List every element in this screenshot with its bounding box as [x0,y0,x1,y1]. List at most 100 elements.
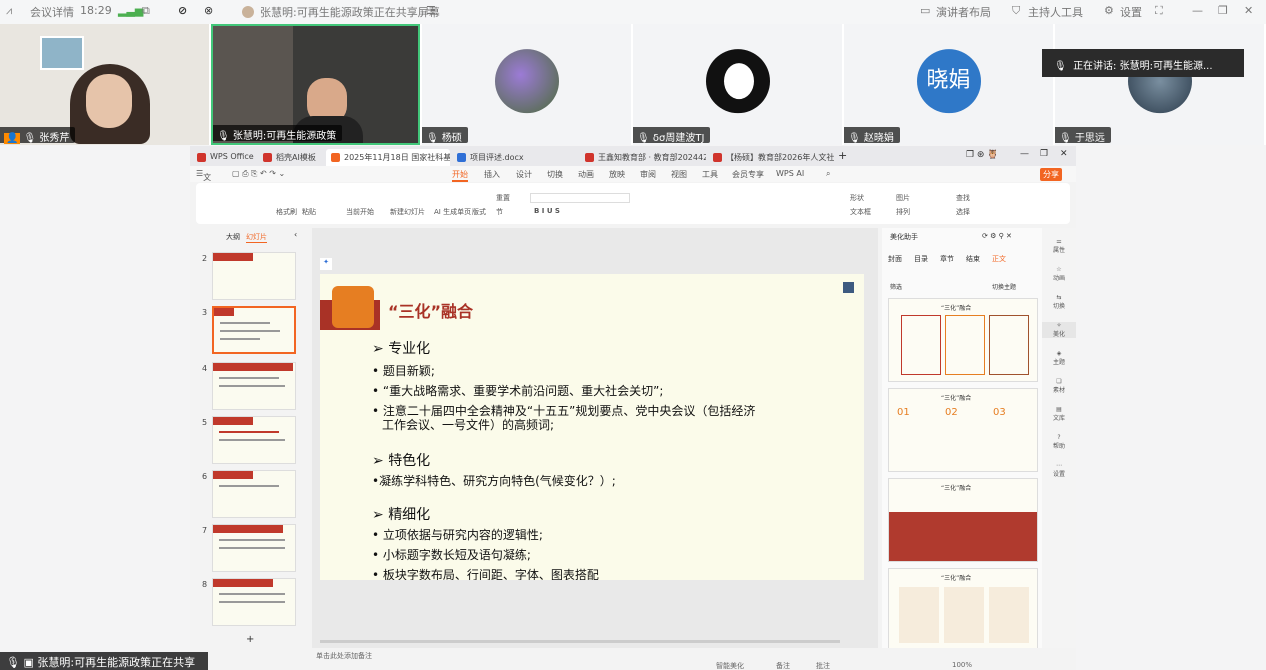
tab-wps-ai[interactable]: WPS AI [776,169,804,178]
tool-help[interactable]: ? 帮助 [1042,434,1076,450]
tab-wps-office[interactable]: WPS Office [192,149,254,166]
ai-icon[interactable]: ✦ [320,258,332,270]
panel-icons[interactable]: ⟳ ⚙ ⚲ ✕ [982,232,1012,240]
ai-generate-button[interactable]: AI 生成单页 [434,207,471,217]
participant-tile[interactable]: 🎙 δσ周建波TJ [633,24,842,145]
tab-home[interactable]: 开始 [452,169,468,182]
tool-beautify[interactable]: ✧ 美化 [1042,322,1076,338]
switch-theme-button[interactable]: 切换主题 [992,282,1016,291]
template-card[interactable]: “三化”融合 [888,298,1038,382]
maximize-icon[interactable]: ❐ [1218,4,1228,17]
slide-thumbnail-selected[interactable] [212,306,296,354]
tab-member[interactable]: 会员专享 [732,169,764,180]
find-button[interactable]: 查找 [956,193,970,203]
tab-view[interactable]: 视图 [671,169,687,180]
no-share-icon[interactable]: ⊘ [178,4,187,17]
quick-toolbar[interactable]: ▢ ⎙ ⎘ ↶ ↷ ⌄ [232,169,285,179]
tool-settings[interactable]: ⋯ 设置 [1042,462,1076,478]
fullscreen-icon[interactable]: ⛶ [1155,4,1163,18]
minimize-icon[interactable]: — [1020,149,1029,159]
maximize-icon[interactable]: ❐ [1040,149,1048,159]
tool-library[interactable]: ▤ 文库 [1042,406,1076,422]
slide-thumbnail[interactable] [212,362,296,410]
close-icon[interactable]: ✕ [1060,149,1068,159]
font-style-icons[interactable]: B I U S [534,207,560,215]
tab-chapter[interactable]: 章节 [940,254,954,264]
window-icons[interactable]: ❐ ⊛ 🦉 [966,150,999,160]
zoom-level[interactable]: 100% [952,661,972,669]
settings-button[interactable]: 设置 [1120,4,1142,20]
participant-tile[interactable]: 晓娟 🎙 赵晓娟 [844,24,1053,145]
no-video-icon[interactable]: ⊗ [204,4,213,17]
add-slide-button[interactable]: + [246,634,254,645]
tool-theme[interactable]: ◈ 主题 [1042,350,1076,366]
slide-thumbnail[interactable] [212,578,296,626]
image-button[interactable]: 图片 [896,193,910,203]
participant-tile-active[interactable]: 🎙 张慧明:可再生能源政策 [211,24,420,145]
file-menu[interactable]: ☰ 文件 [196,169,211,193]
font-select[interactable] [530,193,630,203]
tab-pdf[interactable]: 【杨硕】教育部2026年人文社科 · 报 [708,149,834,166]
paste-button[interactable]: 粘贴 [302,207,316,217]
tab-cover[interactable]: 封面 [888,254,902,264]
tab-docx[interactable]: 项目评述.docx [452,149,578,166]
share-button[interactable]: 分享 [1040,168,1062,181]
notes-placeholder[interactable]: 单击此处添加备注 [316,651,372,661]
filter-button[interactable]: 筛选 [890,282,902,291]
menu-icon[interactable]: ☰ [426,4,436,17]
close-icon[interactable]: ✕ [1244,4,1253,17]
tab-toc[interactable]: 目录 [914,254,928,264]
new-tab-icon[interactable]: + [838,149,847,162]
collapse-icon[interactable]: ‹ [294,230,297,239]
format-painter-button[interactable]: 格式刷 [276,207,297,217]
tool-material[interactable]: ❏ 素材 [1042,378,1076,394]
textbox-button[interactable]: 文本框 [850,207,871,217]
tool-properties[interactable]: ⚌ 属性 [1042,238,1076,254]
tool-animation[interactable]: ☆ 动画 [1042,266,1076,282]
speaker-layout-button[interactable]: 演讲者布局 [936,4,991,20]
tab-slides[interactable]: 幻灯片 [246,232,267,243]
select-button[interactable]: 选择 [956,207,970,217]
layout-button[interactable]: 版式 [472,207,486,217]
section-button[interactable]: 节 [496,207,503,217]
participant-tile[interactable]: 🎙 杨硕 [422,24,631,145]
notes-toggle[interactable]: 备注 [776,661,790,670]
arrange-button[interactable]: 排列 [896,207,910,217]
slide-thumbnail[interactable] [212,252,296,300]
slide-thumbnail[interactable] [212,470,296,518]
shape-button[interactable]: 形状 [850,193,864,203]
slide-thumbnail[interactable] [212,416,296,464]
tab-tools[interactable]: 工具 [702,169,718,180]
tab-ending[interactable]: 结束 [966,254,980,264]
horizontal-scrollbar[interactable] [320,640,840,643]
tab-insert[interactable]: 插入 [484,169,500,180]
tool-transition[interactable]: ⇆ 切换 [1042,294,1076,310]
reset-button[interactable]: 重置 [496,193,510,203]
template-card[interactable]: “三化”融合 01 02 03 [888,388,1038,472]
participant-tile[interactable]: 👤 🎙 张秀芹 [0,24,209,145]
tab-body[interactable]: 正文 [992,254,1006,264]
tab-pdf[interactable]: 王鑫知教育部 · 教育部2024423修改 [580,149,706,166]
external-icon[interactable]: ⧉ [142,4,150,18]
tab-design[interactable]: 设计 [516,169,532,180]
tab-ai-template[interactable]: 稻壳AI模板 [258,149,324,166]
template-card[interactable]: “三化”融合 [888,568,1038,652]
play-button[interactable]: 当前开始 [346,207,374,217]
tab-slideshow[interactable]: 放映 [609,169,625,180]
beautify-status[interactable]: 智能美化 [716,661,744,670]
tab-outline[interactable]: 大纲 [226,232,240,242]
participant-tile[interactable]: 🎙 于思远 [1055,24,1264,145]
search-icon[interactable]: ⌕ [826,169,830,179]
slide-canvas[interactable]: “三化”融合 ➢ 专业化 • 题目新颖; • “重大战略需求、重要学术前沿问题、… [320,274,864,580]
tab-review[interactable]: 审阅 [640,169,656,180]
tab-active-ppt[interactable]: 2025年11月18日 国家社科基 [326,149,450,166]
comment-toggle[interactable]: 批注 [816,661,830,670]
template-card[interactable]: “三化”融合 [888,478,1038,562]
tab-transition[interactable]: 切换 [547,169,563,180]
host-tools-button[interactable]: 主持人工具 [1028,4,1083,20]
new-slide-button[interactable]: 新建幻灯片 [390,207,425,217]
minimize-icon[interactable]: — [1192,4,1203,17]
meeting-details[interactable]: 会议详情 [30,4,74,20]
slide-thumbnail[interactable] [212,524,296,572]
tab-animation[interactable]: 动画 [578,169,594,180]
